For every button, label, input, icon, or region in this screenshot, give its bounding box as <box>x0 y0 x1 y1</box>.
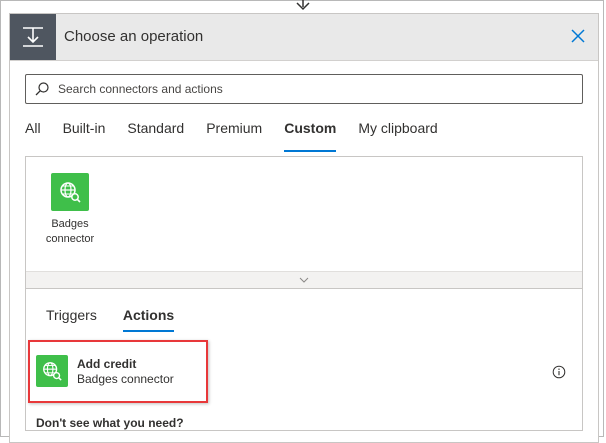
close-icon[interactable] <box>568 26 588 46</box>
tab-all[interactable]: All <box>25 120 41 152</box>
action-connector-name: Badges connector <box>77 372 174 386</box>
tab-premium[interactable]: Premium <box>206 120 262 152</box>
action-item-add-credit[interactable]: Add credit Badges connector <box>36 355 576 389</box>
flow-connector-arrow-icon <box>296 0 310 11</box>
screenshot-frame: Choose an operation All Built-in Standar… <box>0 0 604 443</box>
chevron-down-icon <box>299 277 309 283</box>
operation-icon <box>10 14 56 60</box>
connector-tile-badges[interactable]: Badges connector <box>44 173 96 247</box>
connector-label-line1: Badges <box>51 218 89 230</box>
connector-label: Badges connector <box>44 217 96 247</box>
tab-my-clipboard[interactable]: My clipboard <box>358 120 437 152</box>
connector-label-line2: connector <box>45 233 95 245</box>
choose-operation-dialog: Choose an operation All Built-in Standar… <box>9 13 599 443</box>
dont-see-text: Don't see what you need? <box>36 416 184 430</box>
operation-type-tabs: Triggers Actions <box>46 307 200 332</box>
tab-actions[interactable]: Actions <box>122 307 175 332</box>
tab-built-in[interactable]: Built-in <box>63 120 106 152</box>
globe-search-icon <box>36 355 68 387</box>
action-title: Add credit <box>77 357 137 371</box>
search-input[interactable] <box>56 81 560 97</box>
collapse-connectors-bar[interactable] <box>26 271 582 289</box>
category-tabs: All Built-in Standard Premium Custom My … <box>25 120 460 152</box>
dialog-title: Choose an operation <box>64 28 204 45</box>
search-box[interactable] <box>25 74 583 104</box>
tab-custom[interactable]: Custom <box>284 120 337 152</box>
dialog-header: Choose an operation <box>10 14 598 61</box>
globe-search-icon <box>51 173 89 211</box>
connectors-panel: Badges connector Triggers Actions Add cr… <box>25 156 583 431</box>
info-icon[interactable] <box>552 365 566 379</box>
search-icon <box>35 82 49 96</box>
tab-standard[interactable]: Standard <box>127 120 184 152</box>
tab-triggers[interactable]: Triggers <box>46 307 97 332</box>
